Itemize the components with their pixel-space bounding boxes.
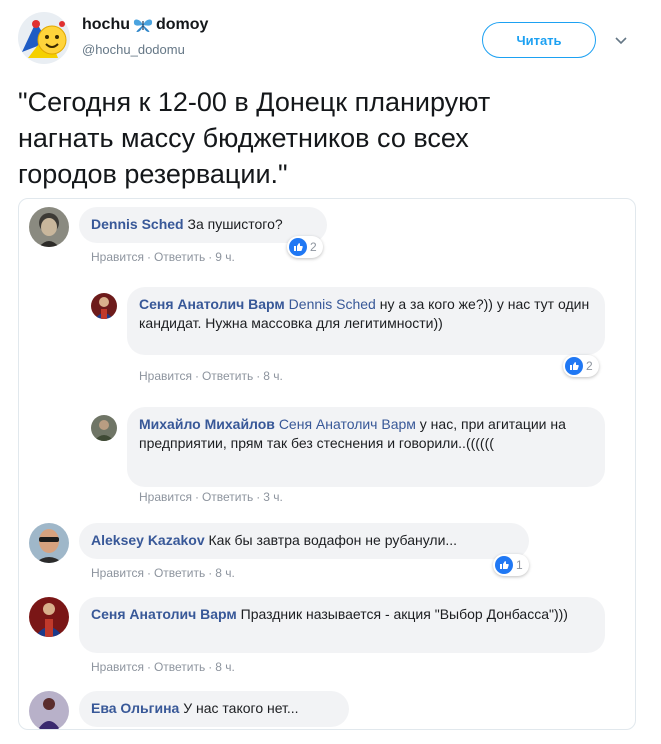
reply-link[interactable]: Ответить [154,660,205,674]
comment-time[interactable]: 8 ч. [215,660,235,674]
comment-time[interactable]: 8 ч. [215,566,235,580]
comment-author[interactable]: Ева Ольгина [91,700,179,716]
like-reaction-icon [495,556,513,574]
comment-text: У нас такого нет... [183,700,299,716]
reactions-count: 2 [310,240,317,254]
comment-author[interactable]: Aleksey Kazakov [91,532,205,548]
reactions-badge[interactable]: 2 [287,236,323,258]
author-name[interactable]: hochu domoy [82,16,208,34]
comment-bubble: Сеня Анатолич Варм Праздник называется -… [79,597,605,653]
author-handle[interactable]: @hochu_dodomu [82,42,185,57]
comment-actions: Нравится · Ответить · 3 ч. [139,490,283,504]
avatar[interactable] [29,597,69,637]
comment-time[interactable]: 8 ч. [263,369,283,383]
like-link[interactable]: Нравится [139,490,192,504]
comment-bubble: Dennis Sched За пушистого? [79,207,327,243]
reply-link[interactable]: Ответить [202,490,253,504]
like-link[interactable]: Нравится [139,369,192,383]
avatar[interactable] [29,691,69,729]
reply-link[interactable]: Ответить [202,369,253,383]
comment-text: За пушистого? [187,216,283,232]
like-reaction-icon [565,357,583,375]
follow-button[interactable]: Читать [482,22,596,58]
reply-link[interactable]: Ответить [154,250,205,264]
avatar[interactable] [91,415,117,441]
author-name-prefix: hochu [82,16,130,33]
comment-text: Праздник называется - акция "Выбор Донба… [240,606,568,622]
comment-bubble: Сеня Анатолич Варм Dennis Sched ну а за … [127,287,605,355]
comment-actions: Нравится · Ответить · 9 ч. [91,250,235,264]
tweet-text: "Сегодня к 12-00 в Донецк планируют нагн… [18,87,491,189]
avatar[interactable] [91,293,117,319]
reactions-badge[interactable]: 2 [563,355,599,377]
reply-link[interactable]: Ответить [154,566,205,580]
author-name-suffix: domoy [156,16,209,33]
like-reaction-icon [289,238,307,256]
comment-actions: Нравится · Ответить · 8 ч. [91,566,235,580]
comment-bubble: Ева Ольгина У нас такого нет... [79,691,349,727]
reactions-count: 2 [586,359,593,373]
butterfly-icon [133,19,153,32]
like-link[interactable]: Нравится [91,660,144,674]
comment-time[interactable]: 9 ч. [215,250,235,264]
like-link[interactable]: Нравится [91,566,144,580]
chevron-down-icon[interactable] [614,34,628,48]
comment-author[interactable]: Сеня Анатолич Варм [91,606,237,622]
avatar[interactable] [29,523,69,563]
comment-text: Как бы завтра водафон не рубанули... [208,532,458,548]
reactions-badge[interactable]: 1 [493,554,529,576]
like-link[interactable]: Нравится [91,250,144,264]
comment-author[interactable]: Dennis Sched [91,216,184,232]
comment-mention[interactable]: Сеня Анатолич Варм [279,416,416,432]
avatar[interactable] [29,207,69,247]
reactions-count: 1 [516,558,523,572]
comment-actions: Нравится · Ответить · 8 ч. [91,660,235,674]
author-avatar[interactable] [18,12,70,64]
comment-author[interactable]: Сеня Анатолич Варм [139,296,285,312]
comment-time[interactable]: 3 ч. [263,490,283,504]
comment-actions: Нравится · Ответить · 8 ч. [139,369,283,383]
comment-bubble: Aleksey Kazakov Как бы завтра водафон не… [79,523,529,559]
comment-bubble: Михайло Михайлов Сеня Анатолич Варм у на… [127,407,605,487]
comment-author[interactable]: Михайло Михайлов [139,416,275,432]
comment-mention[interactable]: Dennis Sched [289,296,376,312]
attached-image[interactable]: Dennis Sched За пушистого? 2 Нравится · От… [18,198,636,730]
